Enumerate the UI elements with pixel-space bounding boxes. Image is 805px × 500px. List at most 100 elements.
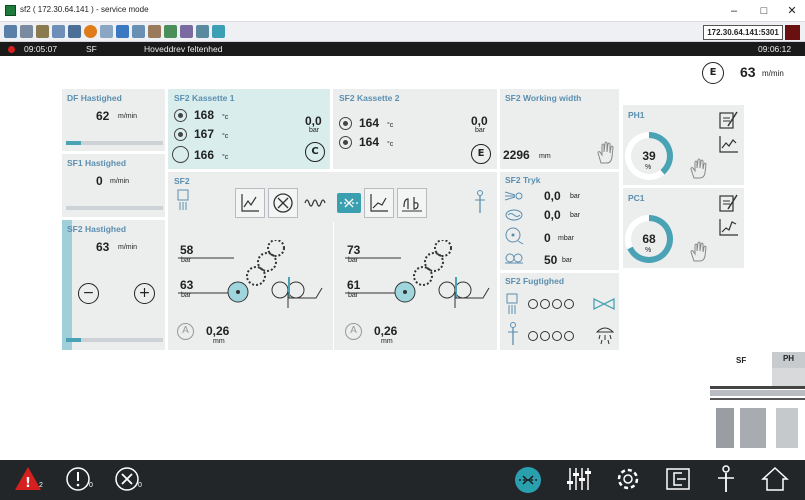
bottom-nav-bar: ! 2 0 0 [0,460,805,500]
warning-icon[interactable] [84,25,97,38]
tryk-value-4: 50 [544,253,558,267]
alarm-icon[interactable]: ! [14,465,42,493]
kassette1-temp-3-unit: °c [222,154,229,161]
status-time-left: 09:05:07 [24,44,58,54]
sf2-speed-title: SF2 Hastighed [67,224,127,234]
kassette2-radio-1[interactable] [339,117,352,130]
grid-icon[interactable] [164,25,177,38]
felt-icon[interactable] [304,196,328,210]
steam-box-icon[interactable] [177,189,189,211]
sf1-speed-panel[interactable]: SF1 Hastighed 0 m/min [61,153,166,218]
info-icon[interactable] [64,465,92,493]
ph1-chart-icon[interactable] [719,135,739,153]
tryk-value-2: 0,0 [544,208,561,222]
sf2-speed-panel[interactable]: SF2 Hastighed 63 m/min − + [61,219,166,351]
pc1-edit-icon[interactable] [719,193,739,213]
decrease-speed-button[interactable]: − [78,283,99,304]
tools-count: 0 [138,482,142,489]
machine-overview-icon[interactable] [513,465,541,493]
person-icon[interactable] [473,190,487,214]
tools-icon[interactable] [36,25,49,38]
kassette1-radio-1[interactable] [174,109,187,122]
kassette2-title: SF2 Kassette 2 [339,93,400,103]
window-title-bar: sf2 ( 172.30.64.141 ) - service mode – □… [0,0,805,22]
link-icon[interactable] [148,25,161,38]
tools-nav-icon[interactable] [113,465,141,493]
hand-icon[interactable] [595,141,615,165]
decibel-button[interactable] [397,188,427,218]
kassette2-temp-2-unit: °c [387,141,394,148]
kassette2-radio-2[interactable] [339,136,352,149]
ph1-panel[interactable]: PH1 39 % [622,104,745,186]
toolbar [0,22,805,42]
left-gap-mode-icon[interactable]: A [177,323,194,340]
monitor2-icon[interactable] [196,25,209,38]
sf2-speed-unit: m/min [118,244,138,251]
tryk-panel[interactable]: SF2 Tryk 0,0 bar 0,0 bar 0 mbar 50 bar [499,171,620,271]
trend2-icon [370,194,388,212]
nip-active-button[interactable] [337,193,361,213]
increase-speed-button[interactable]: + [134,283,155,304]
settings-gear-icon[interactable] [614,465,642,493]
kassette1-temp-2-unit: °c [222,133,229,140]
diagnostics-icon[interactable] [664,465,692,493]
kassette2-mode-icon[interactable]: E [471,144,491,164]
connection-indicator-icon [785,25,800,40]
pc1-hand-icon[interactable] [689,241,707,263]
network-icon[interactable] [100,25,113,38]
df-speed-panel[interactable]: DF Hastighed 62 m/min [61,88,166,152]
kassette2-panel[interactable]: SF2 Kassette 2 164 °c 164 °c 0,0 bar E [332,88,498,170]
trend-icon [241,194,259,212]
document-icon[interactable] [68,25,81,38]
kassette1-radio-2[interactable] [174,128,187,141]
spray-icon [504,191,523,201]
settings-icon[interactable] [180,25,193,38]
working-width-panel[interactable]: SF2 Working width 2296 mm [499,88,620,170]
expand-icon[interactable] [132,25,145,38]
home-icon[interactable] [761,465,789,493]
sf1-speed-bar [66,206,163,210]
remote-icon[interactable] [212,25,225,38]
ip-address-field[interactable]: 172.30.64.141:5301 [703,25,783,40]
roll-lift-button[interactable] [268,188,298,218]
maximize-button[interactable]: □ [752,3,776,19]
kassette1-panel[interactable]: SF2 Kassette 1 168 °c 167 °c 166 °c 0,0 … [167,88,331,170]
kassette1-mode-icon[interactable]: C [305,142,325,162]
ph1-edit-icon[interactable] [719,110,739,130]
tryk-title: SF2 Tryk [505,175,541,185]
right-gap-value: 0,26 [374,324,398,338]
pc1-chart-icon[interactable] [719,218,739,236]
working-width-unit: mm [539,153,551,160]
kassette2-pressure: 0,0 [471,114,488,128]
pc1-panel[interactable]: PC1 68 % [622,187,745,269]
shower-icon[interactable] [594,323,616,345]
sf1-speed-title: SF1 Hastighed [67,158,127,168]
sf1-speed-value: 0 [96,174,103,188]
df-speed-title: DF Hastighed [67,93,122,103]
tryk-value-1: 0,0 [544,189,561,203]
list-icon[interactable] [20,25,33,38]
minimize-button[interactable]: – [722,3,746,19]
ph1-hand-icon[interactable] [689,158,707,180]
refresh-icon[interactable] [116,25,129,38]
operator-icon[interactable] [712,465,740,493]
fugtighed-panel[interactable]: SF2 Fugtighed [499,272,620,351]
sliders-icon[interactable] [564,465,592,493]
rollers-icon [505,253,523,264]
trend2-button[interactable] [364,188,394,218]
valve-icon[interactable] [592,297,616,311]
alarm-indicator-icon [8,46,15,53]
status-message: Hoveddrev feltenhed [144,44,223,54]
close-button[interactable]: ✕ [780,3,804,19]
speed-mode-icon[interactable]: E [702,62,724,84]
left-gap-value: 0,26 [206,324,230,338]
kassette1-radio-3[interactable] [172,146,189,163]
window-icon[interactable] [52,25,65,38]
trend-button[interactable] [235,188,265,218]
right-gap-unit: mm [381,338,393,345]
sf2-title: SF2 [174,176,190,186]
machine-minimap[interactable]: SF PH [710,350,805,458]
minimap-ph-label: PH [772,352,805,368]
right-gap-mode-icon[interactable]: A [345,323,362,340]
monitor-icon[interactable] [4,25,17,38]
